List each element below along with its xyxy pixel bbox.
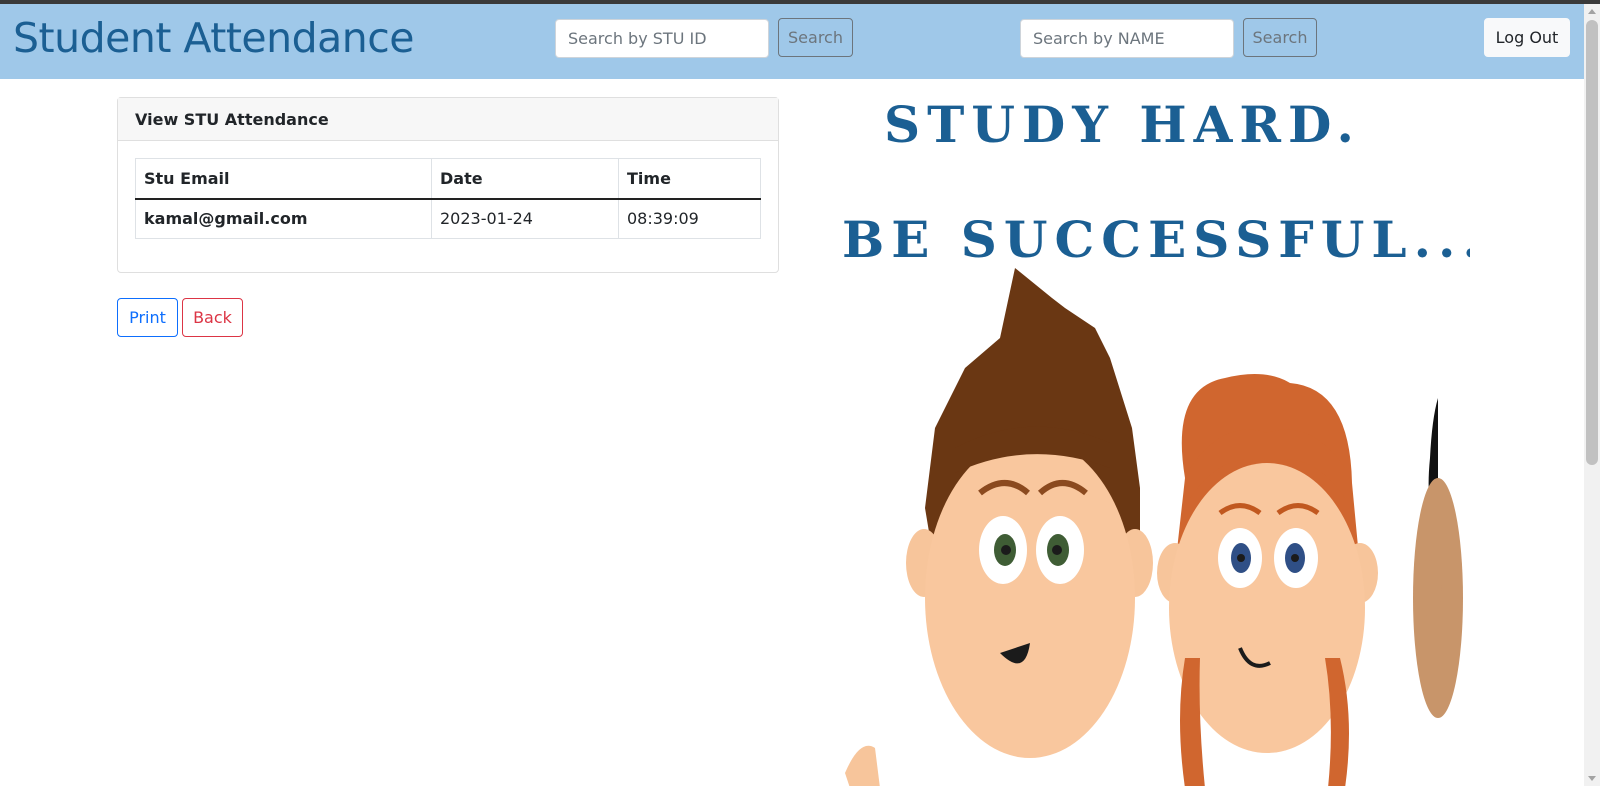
scrollbar-thumb[interactable] [1586, 20, 1598, 465]
card-title: View STU Attendance [118, 98, 778, 141]
slogan-line-1: STUDY HARD. [884, 95, 1361, 154]
logout-button[interactable]: Log Out [1484, 18, 1570, 57]
column-header-email: Stu Email [135, 158, 432, 200]
navbar: Student Attendance Search Search Log Out [0, 4, 1584, 79]
print-button[interactable]: Print [117, 298, 178, 337]
scroll-up-arrow-icon[interactable] [1588, 9, 1596, 14]
table-header-row: Stu Email Date Time [135, 158, 761, 200]
cell-time: 08:39:09 [618, 198, 761, 239]
search-stu-id-button[interactable]: Search [778, 18, 853, 57]
page-scrollbar[interactable] [1584, 4, 1600, 786]
search-name-input[interactable] [1020, 19, 1234, 58]
brand-title[interactable]: Student Attendance [13, 14, 415, 62]
girl-character [1157, 374, 1378, 786]
scroll-down-arrow-icon[interactable] [1588, 776, 1596, 781]
boy-character [845, 268, 1153, 786]
third-child-character [1413, 398, 1463, 718]
attendance-table: Stu Email Date Time kamal@gmail.com 2023… [135, 158, 761, 239]
slogan-line-2: BE SUCCESSFUL... [842, 210, 1470, 269]
motivational-poster: STUDY HARD. BE SUCCESSFUL... [840, 90, 1470, 786]
attendance-card: View STU Attendance Stu Email Date Time … [117, 97, 779, 273]
cartoon-children-illustration [845, 268, 1463, 786]
cell-email: kamal@gmail.com [135, 198, 432, 239]
back-button[interactable]: Back [182, 298, 243, 337]
search-name-button[interactable]: Search [1243, 18, 1317, 57]
column-header-date: Date [431, 158, 619, 200]
table-row: kamal@gmail.com 2023-01-24 08:39:09 [135, 198, 761, 239]
cell-date: 2023-01-24 [431, 198, 619, 239]
column-header-time: Time [618, 158, 761, 200]
search-stu-id-input[interactable] [555, 19, 769, 58]
